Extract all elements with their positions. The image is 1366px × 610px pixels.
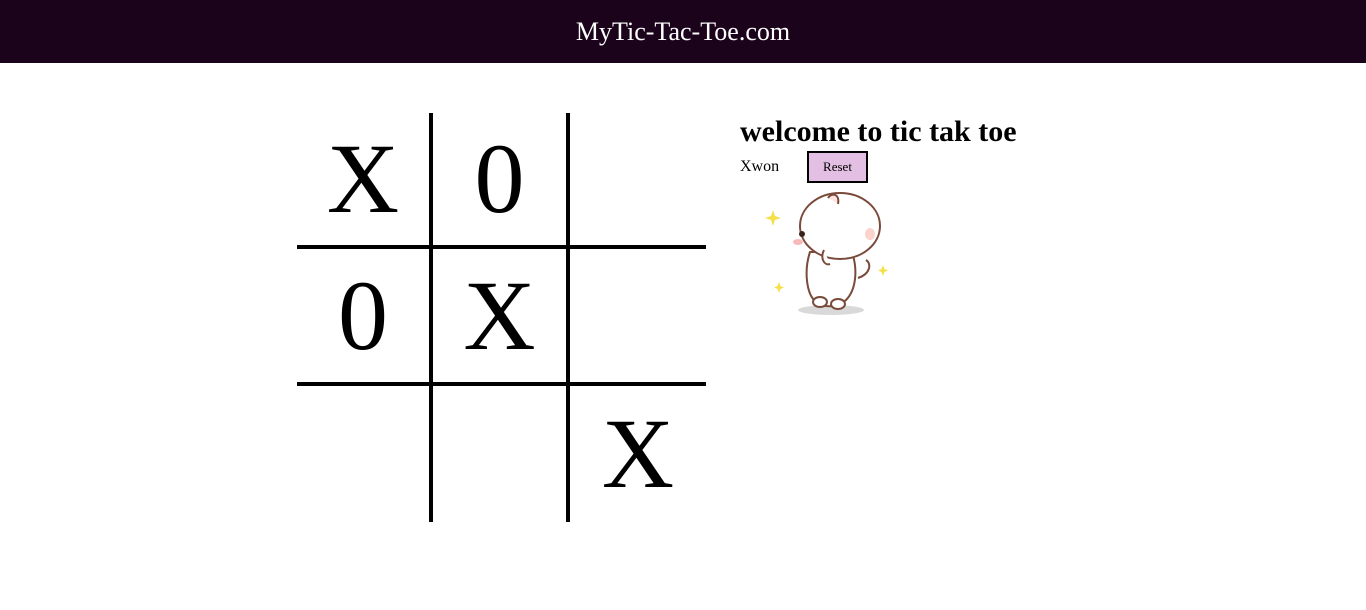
- game-status: Xwon: [740, 158, 780, 175]
- board-cell-6[interactable]: [570, 249, 706, 386]
- welcome-heading: welcome to tic tak toe: [740, 115, 1017, 148]
- board-cell-8[interactable]: [433, 386, 570, 522]
- board-cell-4[interactable]: 0: [297, 249, 433, 386]
- board-cell-5[interactable]: X: [433, 249, 570, 386]
- game-board: X 0 0 X X: [297, 113, 706, 522]
- site-title: MyTic-Tac-Toe.com: [575, 16, 791, 46]
- reset-button[interactable]: Reset: [807, 151, 868, 183]
- info-panel: welcome to tic tak toe Xwon Reset: [740, 113, 1160, 183]
- board-cell-1[interactable]: X: [297, 113, 433, 249]
- board-cell-2[interactable]: 0: [433, 113, 570, 249]
- cute-cat-sticker-icon: [762, 190, 902, 320]
- top-bar: MyTic-Tac-Toe.com: [0, 0, 1366, 63]
- board-cell-7[interactable]: [297, 386, 433, 522]
- status-row: Xwon Reset: [740, 151, 1160, 183]
- board-cell-9[interactable]: X: [570, 386, 706, 522]
- board-cell-3[interactable]: [570, 113, 706, 249]
